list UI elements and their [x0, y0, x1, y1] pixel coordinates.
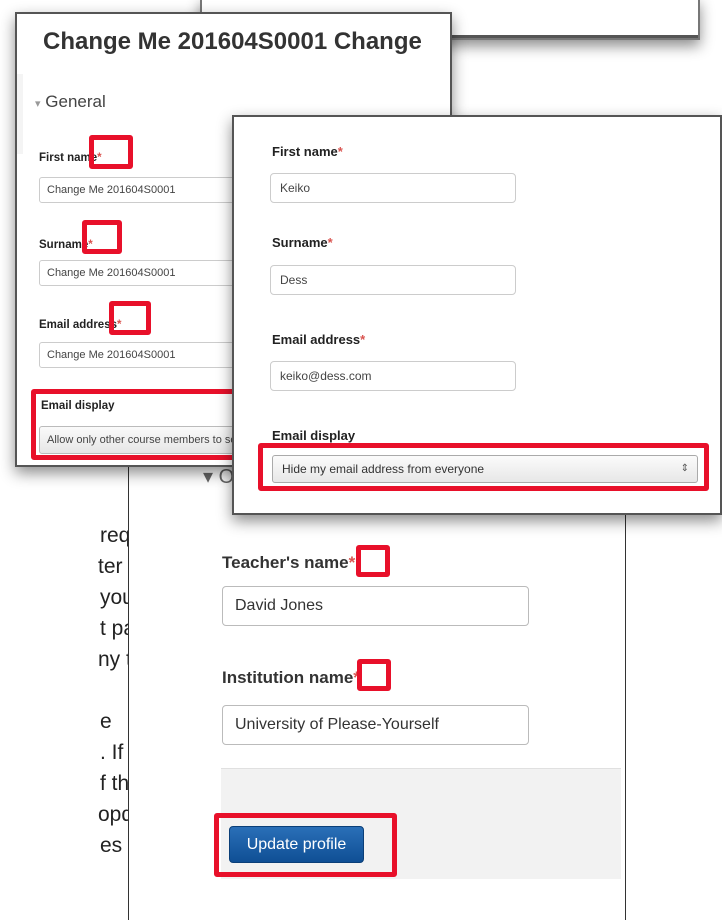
body-text-line: es	[100, 834, 123, 857]
page-title: Change Me 201604S0001 Change	[43, 28, 422, 55]
highlight-box	[109, 301, 151, 335]
first-name-input[interactable]: Change Me 201604S0001	[39, 177, 249, 203]
section-general-title: General	[45, 92, 106, 111]
highlight-box	[258, 443, 709, 491]
institution-name-label-text: Institution name	[222, 668, 354, 687]
section-toggle[interactable]: ▾ O	[203, 464, 234, 489]
teacher-name-input[interactable]: David Jones	[222, 586, 529, 626]
required-mark: *	[360, 332, 366, 347]
teacher-name-label: Teacher's name*	[222, 553, 355, 573]
institution-name-input[interactable]: University of Please-Yourself	[222, 705, 529, 745]
highlight-box	[357, 659, 391, 691]
collapse-arrow-icon: ▾	[203, 466, 214, 488]
update-profile-button[interactable]: Update profile	[229, 826, 364, 863]
divider	[17, 74, 23, 154]
section-general[interactable]: ▾ General	[35, 92, 106, 112]
first-name-label: First name*	[272, 144, 343, 159]
required-mark: *	[337, 144, 343, 159]
highlight-box	[89, 135, 133, 169]
highlight-box	[356, 545, 390, 577]
email-address-input[interactable]: Change Me 201604S0001	[39, 342, 249, 368]
first-name-input[interactable]: Keiko	[270, 173, 516, 203]
highlight-box	[82, 220, 122, 254]
email-address-label-text: Email address	[39, 319, 117, 331]
email-address-input[interactable]: keiko@dess.com	[270, 361, 516, 391]
required-mark: *	[327, 235, 333, 250]
required-mark: *	[348, 553, 356, 572]
surname-label-text: Surname	[272, 235, 328, 250]
institution-name-label: Institution name*	[222, 668, 360, 688]
surname-input[interactable]: Change Me 201604S0001	[39, 260, 249, 286]
body-text-line: e	[100, 710, 112, 733]
email-address-label-text: Email address	[272, 332, 361, 347]
email-address-label: Email address*	[272, 332, 365, 347]
surname-input[interactable]: Dess	[270, 265, 516, 295]
first-name-label-text: First name	[272, 144, 338, 159]
teacher-name-label-text: Teacher's name	[222, 553, 349, 572]
surname-label-text: Surname	[39, 239, 89, 251]
collapse-arrow-icon: ▾	[35, 98, 41, 110]
highlight-box	[31, 389, 251, 460]
surname-label: Surname*	[272, 235, 333, 250]
email-display-label: Email display	[272, 428, 356, 443]
